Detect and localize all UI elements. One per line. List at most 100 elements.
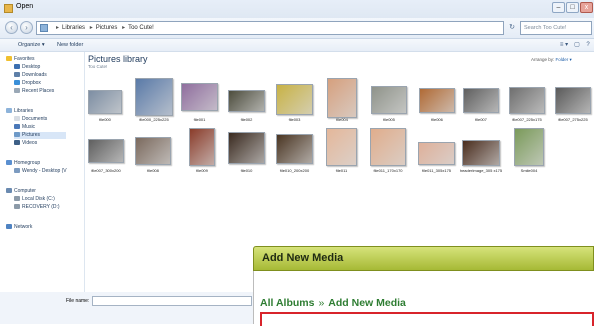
image-thumbnail[interactable] xyxy=(181,83,218,111)
sidebar-item-documents[interactable]: Documents xyxy=(14,116,47,123)
homegroup-icon xyxy=(6,160,12,166)
sidebar-item-local-disk[interactable]: Local Disk (C:) xyxy=(14,196,55,203)
image-thumbnail[interactable] xyxy=(509,87,545,114)
window-titlebar: Open – □ x xyxy=(0,0,594,18)
music-icon xyxy=(14,124,20,130)
image-thumbnail[interactable] xyxy=(326,128,357,166)
sidebar-item-pictures[interactable]: Pictures xyxy=(14,132,66,139)
image-thumbnail[interactable] xyxy=(418,142,455,165)
image-thumbnail[interactable] xyxy=(463,88,499,113)
libraries-group[interactable]: Libraries xyxy=(6,108,33,115)
back-button[interactable]: ‹ xyxy=(5,21,18,34)
help-icon[interactable]: ? xyxy=(584,41,592,49)
downloads-icon xyxy=(14,72,20,78)
thumbnail-label: file000_225x225 xyxy=(139,117,169,122)
image-thumbnail[interactable] xyxy=(419,88,455,113)
homegroup-group[interactable]: Homegroup xyxy=(6,160,40,167)
file-name-label: File name: xyxy=(66,298,90,304)
image-thumbnail[interactable] xyxy=(189,128,215,166)
minimize-button[interactable]: – xyxy=(552,2,565,13)
image-thumbnail[interactable] xyxy=(88,90,122,114)
breadcrumb: All Albums» Add New Media xyxy=(260,297,406,309)
breadcrumb-too-cute[interactable]: Too Cute! xyxy=(128,25,154,31)
image-thumbnail[interactable] xyxy=(462,140,500,166)
panel-header: Add New Media xyxy=(253,246,594,271)
computer-group[interactable]: Computer xyxy=(6,188,36,195)
forward-button[interactable]: › xyxy=(20,21,33,34)
toolbar: Organize ▾ New folder ≡ ▾ ▢ ? xyxy=(0,39,594,52)
network-group[interactable]: Network xyxy=(6,224,32,231)
image-thumbnail[interactable] xyxy=(228,132,265,164)
navigation-bar: ‹ › ▸ Libraries ▸ Pictures ▸ Too Cute! ↻ Se… xyxy=(0,18,594,39)
thumbnail-label: headerImage_305 x175 xyxy=(459,168,503,173)
breadcrumb-pictures[interactable]: Pictures xyxy=(96,25,118,31)
folder-icon xyxy=(4,4,13,13)
search-input[interactable]: Search Too Cute! xyxy=(520,21,592,35)
arrange-by[interactable]: Arrange by: Folder ▾ xyxy=(531,57,572,63)
new-folder-button[interactable]: New folder xyxy=(57,40,83,50)
recent-places-icon xyxy=(14,88,20,94)
breadcrumb-libraries[interactable]: Libraries xyxy=(62,25,85,31)
sidebar-item-music[interactable]: Music xyxy=(14,124,35,131)
file-name-input[interactable] xyxy=(92,296,252,306)
image-thumbnail[interactable] xyxy=(371,86,407,114)
sidebar-item-wendy-desktop[interactable]: Wendy - Desktop (V xyxy=(14,168,67,175)
sidebar-item-downloads[interactable]: Downloads xyxy=(14,72,47,79)
image-thumbnail[interactable] xyxy=(327,78,357,118)
favorites-group[interactable]: Favorites xyxy=(6,56,35,63)
organize-button[interactable]: Organize ▾ xyxy=(18,40,45,50)
thumbnail-label: file000 xyxy=(99,117,111,122)
desktop-icon xyxy=(14,64,20,70)
thumbnail-label: file007 xyxy=(475,117,487,122)
drive-icon xyxy=(14,204,20,210)
maximize-button[interactable]: □ xyxy=(566,2,579,13)
network-icon xyxy=(6,224,12,230)
thumbnail-label: file007_225x175 xyxy=(512,117,542,122)
thumbnail-label: file011_305x175 xyxy=(421,168,452,173)
preview-pane-icon[interactable]: ▢ xyxy=(573,41,581,49)
thumbnail-label: Smile004 xyxy=(520,168,538,173)
refresh-icon[interactable]: ↻ xyxy=(506,21,518,35)
image-thumbnail[interactable] xyxy=(555,87,591,114)
views-icon[interactable]: ≡ ▾ xyxy=(558,41,570,49)
image-thumbnail[interactable] xyxy=(88,139,124,163)
thumbnail-label: file002 xyxy=(240,117,253,122)
thumbnail-label: file009 xyxy=(196,168,208,173)
thumbnail-label: file010 xyxy=(240,168,253,173)
videos-icon xyxy=(14,140,20,146)
user-icon xyxy=(14,168,20,174)
library-icon xyxy=(40,24,48,32)
thumbnail-label: file003 xyxy=(288,117,301,122)
image-thumbnail[interactable] xyxy=(135,78,173,116)
image-thumbnail[interactable] xyxy=(228,90,265,112)
window-title: Open xyxy=(16,3,34,10)
image-thumbnail[interactable] xyxy=(370,128,406,166)
thumbnail-label: file005 xyxy=(383,117,395,122)
address-bar[interactable]: ▸ Libraries ▸ Pictures ▸ Too Cute! xyxy=(36,21,504,35)
sidebar-item-desktop[interactable]: Desktop xyxy=(14,64,40,71)
breadcrumb-add-new-media: Add New Media xyxy=(328,297,406,309)
navigation-pane: Favorites Desktop Downloads Dropbox Rece… xyxy=(0,52,85,324)
dropbox-icon xyxy=(14,80,20,86)
thumbnail-label: file008 xyxy=(147,168,159,173)
drive-icon xyxy=(14,196,20,202)
sidebar-item-recovery[interactable]: RECOVERY (D:) xyxy=(14,204,60,211)
star-icon xyxy=(6,56,12,62)
close-button[interactable]: x xyxy=(580,2,593,13)
thumbnail-label: file011_170x170 xyxy=(373,168,403,173)
image-thumbnail[interactable] xyxy=(514,128,544,166)
documents-icon xyxy=(14,116,20,122)
image-thumbnail[interactable] xyxy=(276,84,313,115)
sidebar-item-dropbox[interactable]: Dropbox xyxy=(14,80,41,87)
image-thumbnail[interactable] xyxy=(276,134,313,164)
thumbnail-label: file007_300x200 xyxy=(91,168,121,173)
breadcrumb-all-albums[interactable]: All Albums xyxy=(260,297,314,309)
sidebar-item-recent-places[interactable]: Recent Places xyxy=(14,88,54,95)
thumbnail-label: file004 xyxy=(336,117,348,122)
thumbnail-label: file006 xyxy=(431,117,443,122)
thumbnail-label: file011 xyxy=(335,168,348,173)
thumbnail-label: file010_200x200 xyxy=(279,168,310,173)
sidebar-item-videos[interactable]: Videos xyxy=(14,140,37,147)
arrange-by-value[interactable]: Folder ▾ xyxy=(556,57,572,62)
image-thumbnail[interactable] xyxy=(135,137,171,165)
